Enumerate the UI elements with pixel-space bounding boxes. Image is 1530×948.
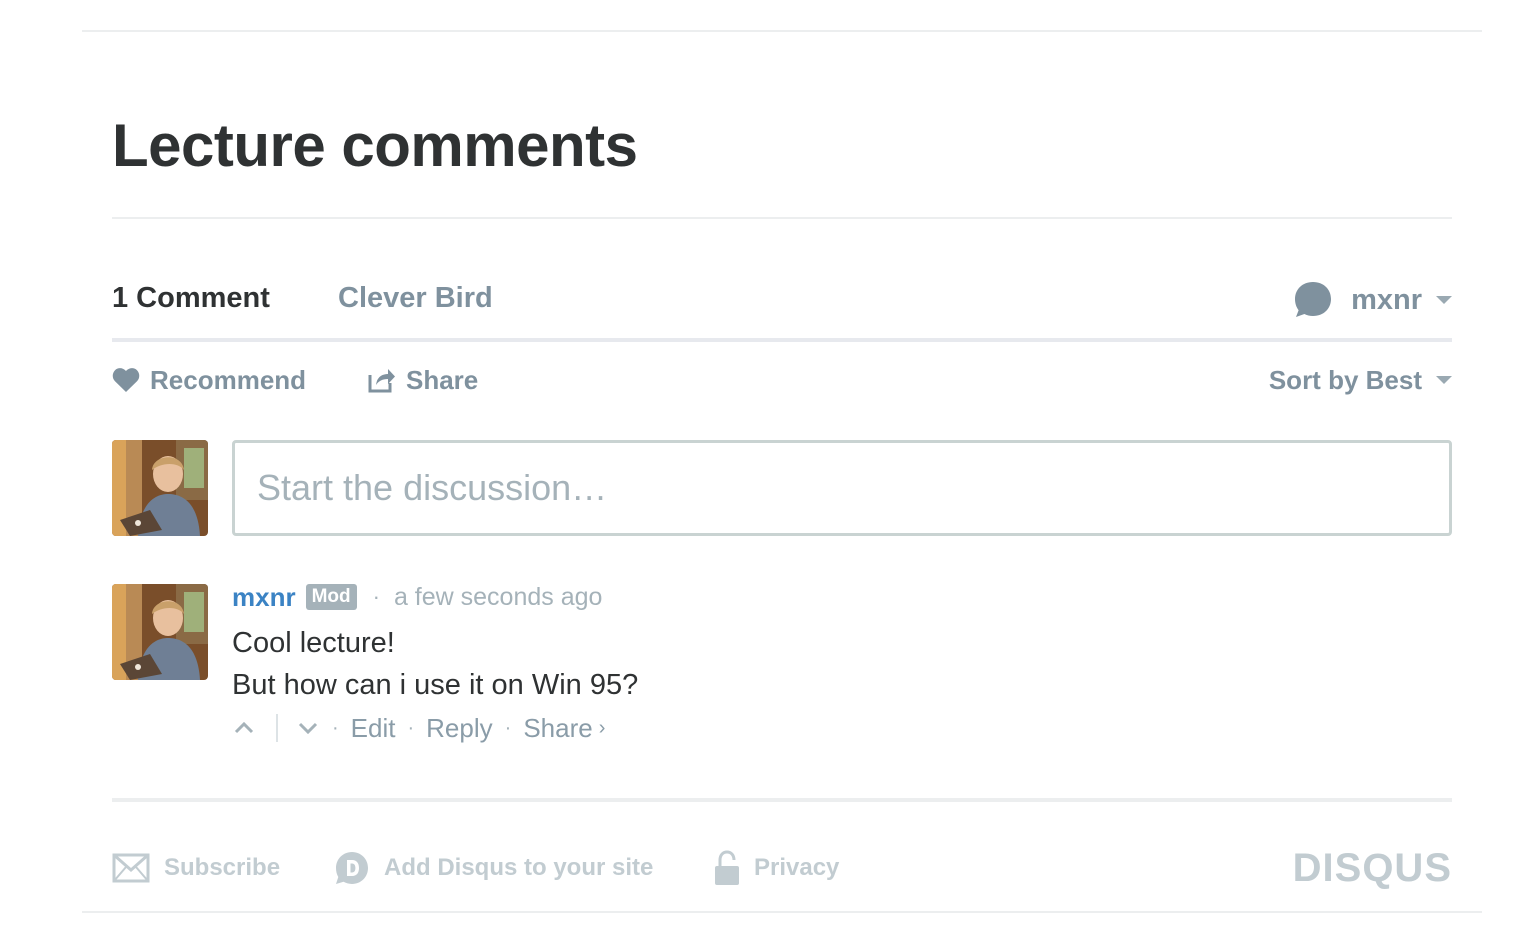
comment-line: Cool lecture!: [232, 627, 395, 659]
upvote-icon[interactable]: [232, 716, 256, 740]
recommend-label: Recommend: [150, 364, 307, 395]
mod-badge: Mod: [305, 584, 357, 610]
share-thread-button[interactable]: Share: [368, 360, 478, 400]
avatar[interactable]: [112, 584, 208, 680]
privacy-link[interactable]: Privacy: [714, 846, 839, 890]
tab-bar: 1 Comment Clever Bird mxnr: [112, 268, 1452, 342]
bottom-divider: [82, 911, 1482, 913]
user-menu[interactable]: mxnr: [1293, 278, 1452, 322]
share-icon: [368, 369, 395, 393]
comment-post: mxnr Mod · a few seconds ago Cool lectur…: [232, 580, 1452, 748]
tab-community[interactable]: Clever Bird: [338, 282, 493, 315]
disqus-logo[interactable]: DISQUS: [1293, 846, 1452, 890]
recommend-button[interactable]: Recommend: [112, 360, 306, 400]
subscribe-label: Subscribe: [164, 854, 281, 881]
comment-composer[interactable]: [232, 440, 1452, 536]
top-divider: [82, 30, 1482, 32]
caret-down-icon: [1436, 296, 1452, 304]
comment-body: Cool lecture! But how can i use it on Wi…: [232, 622, 1452, 706]
tab-comments[interactable]: 1 Comment: [112, 282, 270, 342]
thread-actions: Recommend Share Sort by Best: [112, 360, 1452, 400]
comment-author[interactable]: mxnr: [232, 582, 296, 613]
tab-underline: [112, 338, 1452, 342]
privacy-label: Privacy: [754, 854, 840, 881]
separator-dot: ·: [372, 584, 380, 609]
subscribe-link[interactable]: Subscribe: [112, 846, 280, 890]
separator-dot: ·: [407, 716, 415, 739]
envelope-icon: [112, 853, 150, 883]
comment-footer: · Edit · Reply · Share ›: [232, 708, 1452, 748]
avatar[interactable]: [112, 440, 208, 536]
user-name: mxnr: [1351, 283, 1422, 316]
add-disqus-label: Add Disqus to your site: [384, 854, 654, 881]
title-divider: [112, 217, 1452, 219]
disqus-d-icon: [336, 852, 368, 884]
separator-dot: ·: [504, 716, 512, 739]
comment-header: mxnr Mod · a few seconds ago: [232, 580, 1452, 614]
sort-dropdown[interactable]: Sort by Best: [1269, 360, 1452, 400]
vote-divider: [276, 714, 278, 742]
footer: Subscribe Add Disqus to your site Privac…: [112, 846, 1452, 890]
lock-icon: [715, 850, 739, 885]
downvote-icon[interactable]: [296, 716, 320, 740]
share-comment-link[interactable]: Share: [523, 713, 592, 744]
reply-link[interactable]: Reply: [426, 713, 492, 744]
separator-dot: ·: [332, 716, 339, 739]
discussion-input[interactable]: [235, 443, 1449, 533]
heart-icon: [112, 368, 140, 392]
page-title: Lecture comments: [112, 112, 638, 179]
sort-label: Sort by Best: [1268, 364, 1422, 395]
speech-bubble-icon: [1295, 282, 1332, 317]
edit-link[interactable]: Edit: [351, 713, 396, 744]
chevron-right-icon: ›: [598, 716, 606, 739]
footer-divider: [112, 798, 1452, 802]
comment-timestamp[interactable]: a few seconds ago: [394, 583, 602, 612]
comment-line: But how can i use it on Win 95?: [232, 669, 639, 701]
share-label: Share: [406, 364, 479, 395]
add-disqus-link[interactable]: Add Disqus to your site: [334, 846, 653, 890]
caret-down-icon: [1436, 376, 1452, 384]
